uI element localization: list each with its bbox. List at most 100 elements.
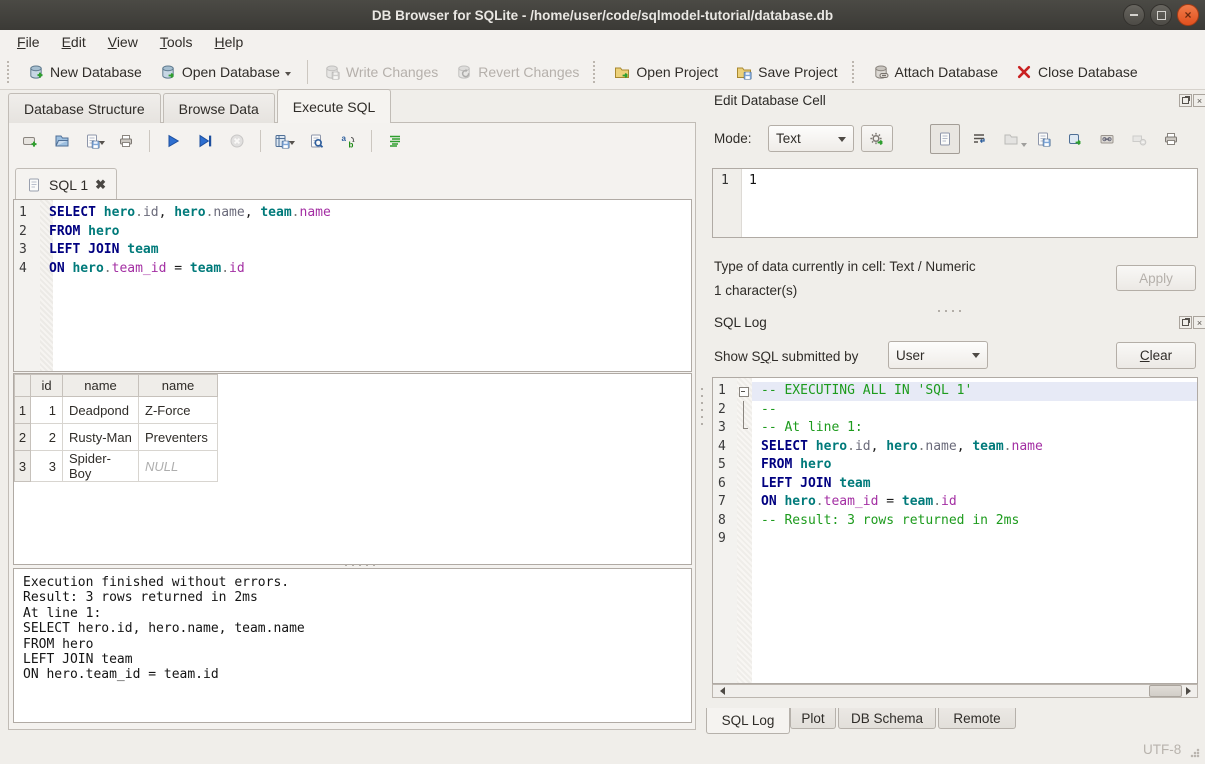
save-sql-file-button[interactable] [83,130,105,152]
close-dock-icon[interactable]: × [1193,94,1205,107]
column-header-name[interactable]: name [139,375,218,397]
resize-grip[interactable] [1190,748,1200,758]
row-header[interactable]: 3 [15,451,31,482]
dock-tab-remote[interactable]: Remote [938,708,1016,729]
edit-cell-title: Edit Database Cell [714,93,826,108]
clear-button[interactable]: Clear [1116,342,1196,369]
column-header-name[interactable]: name [63,375,139,397]
set-as-link-button[interactable] [1094,126,1120,152]
tab-browse-data[interactable]: Browse Data [163,93,275,123]
scroll-right-icon[interactable] [1183,685,1197,697]
close-database-button[interactable]: Close Database [1007,59,1147,85]
code-text: -- EXECUTING ALL IN 'SQL 1' [752,382,1197,401]
table-cell[interactable]: NULL [139,451,218,482]
line-number: 1 [14,204,40,223]
import-data-button[interactable] [1030,126,1056,152]
fold-margin [737,475,752,494]
table-row: 33Spider-BoyNULL [15,451,218,482]
dock-tab-db-schema[interactable]: DB Schema [838,708,936,729]
tab-execute-sql[interactable]: Execute SQL [277,89,392,123]
close-button[interactable]: × [1177,4,1199,26]
table-cell[interactable]: Preventers [139,424,218,451]
splitter-handle[interactable] [345,564,375,566]
open-database-button[interactable]: Open Database [151,59,300,85]
fold-margin [737,419,752,438]
open-in-editor-button[interactable] [998,126,1024,152]
table-cell[interactable]: 2 [31,424,63,451]
menu-file[interactable]: File [6,31,51,53]
table-cell[interactable]: 1 [31,397,63,424]
float-dock-icon[interactable] [1179,94,1192,107]
tab-database-structure[interactable]: Database Structure [8,93,161,123]
float-dock-icon[interactable] [1179,316,1192,329]
dock-tab-sql-log[interactable]: SQL Log [706,708,790,734]
menu-help[interactable]: Help [204,31,255,53]
new-sql-tab-button[interactable] [19,130,41,152]
table-cell[interactable]: Deadpond [63,397,139,424]
log-horizontal-scrollbar[interactable] [712,684,1198,698]
scrollbar-thumb[interactable] [1149,685,1182,697]
menu-view[interactable]: View [97,31,149,53]
dock-tab-plot[interactable]: Plot [790,708,836,729]
sql-editor[interactable]: 1SELECT hero.id, hero.name, team.name2FR… [13,199,692,372]
code-text: SELECT hero.id, hero.name, team.name [752,438,1197,457]
apply-import-button[interactable] [861,125,893,152]
set-null-icon [1131,131,1147,147]
stop-execution-button[interactable] [226,130,248,152]
new-database-button[interactable]: New Database [19,59,151,85]
save-results-button[interactable] [273,130,295,152]
toolbar-drag-handle[interactable] [852,61,859,83]
code-text: ON hero.team_id = team.id [40,260,691,279]
code-text: -- At line 1: [752,419,1197,438]
fold-margin [737,456,752,475]
mode-label: Mode: [714,131,752,146]
revert-changes-button[interactable]: Revert Changes [447,59,588,85]
mode-combobox[interactable]: Text [768,125,854,152]
format-sql-button[interactable] [384,130,406,152]
code-line: 6LEFT JOIN team [713,475,1197,494]
row-header[interactable]: 1 [15,397,31,424]
row-header[interactable]: 2 [15,424,31,451]
apply-button[interactable]: Apply [1116,265,1196,291]
main-splitter-handle[interactable] [701,388,703,426]
scroll-left-icon[interactable] [713,685,727,697]
close-tab-icon[interactable]: ✖ [95,177,106,193]
table-cell[interactable]: 3 [31,451,63,482]
print-cell-button[interactable] [1158,126,1184,152]
close-dock-icon[interactable]: × [1193,316,1205,329]
code-text: SELECT hero.id, hero.name, team.name [40,204,691,223]
table-cell[interactable]: Rusty-Man [63,424,139,451]
fold-marker-icon[interactable] [737,382,752,401]
sql-log-view[interactable]: 1-- EXECUTING ALL IN 'SQL 1'2--3-- At li… [712,377,1198,684]
toolbar-drag-handle[interactable] [593,61,600,83]
find-replace-button[interactable]: ab [337,130,359,152]
column-header-id[interactable]: id [31,375,63,397]
save-project-button[interactable]: Save Project [727,59,846,85]
sql-document-tab[interactable]: SQL 1 ✖ [15,168,117,200]
open-project-button[interactable]: Open Project [605,59,727,85]
export-data-button[interactable] [1062,126,1088,152]
code-line: 9 [713,530,1197,549]
print-button[interactable] [115,130,137,152]
table-cell[interactable]: Spider-Boy [63,451,139,482]
open-sql-file-button[interactable] [51,130,73,152]
dock-splitter-handle[interactable] [938,310,962,312]
table-cell[interactable]: Z-Force [139,397,218,424]
minimize-button[interactable] [1123,4,1145,26]
execute-current-line-button[interactable] [194,130,216,152]
menu-tools[interactable]: Tools [149,31,204,53]
cell-editor-toolbar [930,124,1184,154]
set-null-button[interactable] [1126,126,1152,152]
word-wrap-button[interactable] [966,126,992,152]
maximize-button[interactable] [1150,4,1172,26]
execute-sql-button[interactable] [162,130,184,152]
write-changes-button[interactable]: Write Changes [315,59,447,85]
attach-database-button[interactable]: Attach Database [864,59,1008,85]
menu-edit[interactable]: Edit [51,31,97,53]
toolbar-drag-handle[interactable] [7,61,14,83]
sql-source-combobox[interactable]: User [888,341,988,369]
text-mode-button[interactable] [930,124,960,154]
line-number: 7 [713,493,737,512]
find-button[interactable] [305,130,327,152]
cell-editor[interactable]: 1 1 [712,168,1198,238]
